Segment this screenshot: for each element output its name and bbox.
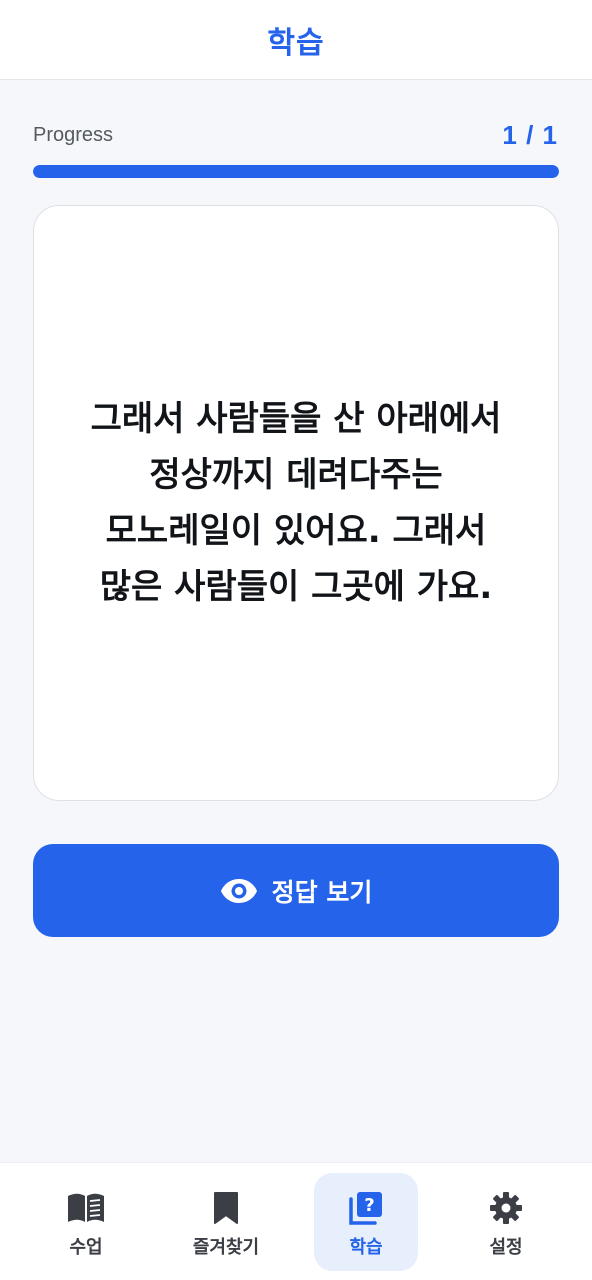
- bookmark-icon: [213, 1189, 239, 1227]
- gear-icon: [489, 1189, 523, 1227]
- show-answer-label: 정답 보기: [271, 877, 373, 907]
- nav-item-favorites[interactable]: 즐겨찾기: [174, 1173, 278, 1271]
- book-icon: [67, 1189, 105, 1227]
- progress-bar: [33, 165, 559, 178]
- nav-item-settings[interactable]: 설정: [454, 1173, 558, 1271]
- nav-label: 설정: [489, 1237, 523, 1258]
- progress-count: 1 / 1: [502, 120, 558, 150]
- nav-label: 학습: [349, 1237, 383, 1258]
- eye-icon: [220, 878, 258, 904]
- show-answer-button[interactable]: 정답 보기: [33, 844, 559, 937]
- nav-item-lessons[interactable]: 수업: [34, 1173, 138, 1271]
- svg-text:?: ?: [364, 1195, 374, 1216]
- page-title: 학습: [267, 25, 325, 61]
- progress-bar-fill: [33, 165, 559, 178]
- bottom-navigation: 수업 즐겨찾기 ? 학습 설정: [0, 1162, 592, 1280]
- nav-item-study[interactable]: ? 학습: [314, 1173, 418, 1271]
- quiz-icon: ?: [348, 1189, 384, 1227]
- flashcard-text: 그래서 사람들을 산 아래에서 정상까지 데려다주는 모노레일이 있어요. 그래…: [90, 399, 502, 607]
- progress-label: Progress: [33, 124, 114, 146]
- nav-label: 즐겨찾기: [192, 1237, 260, 1258]
- nav-label: 수업: [69, 1237, 103, 1258]
- flashcard[interactable]: 그래서 사람들을 산 아래에서 정상까지 데려다주는 모노레일이 있어요. 그래…: [33, 205, 559, 801]
- app-header: 학습: [0, 0, 592, 80]
